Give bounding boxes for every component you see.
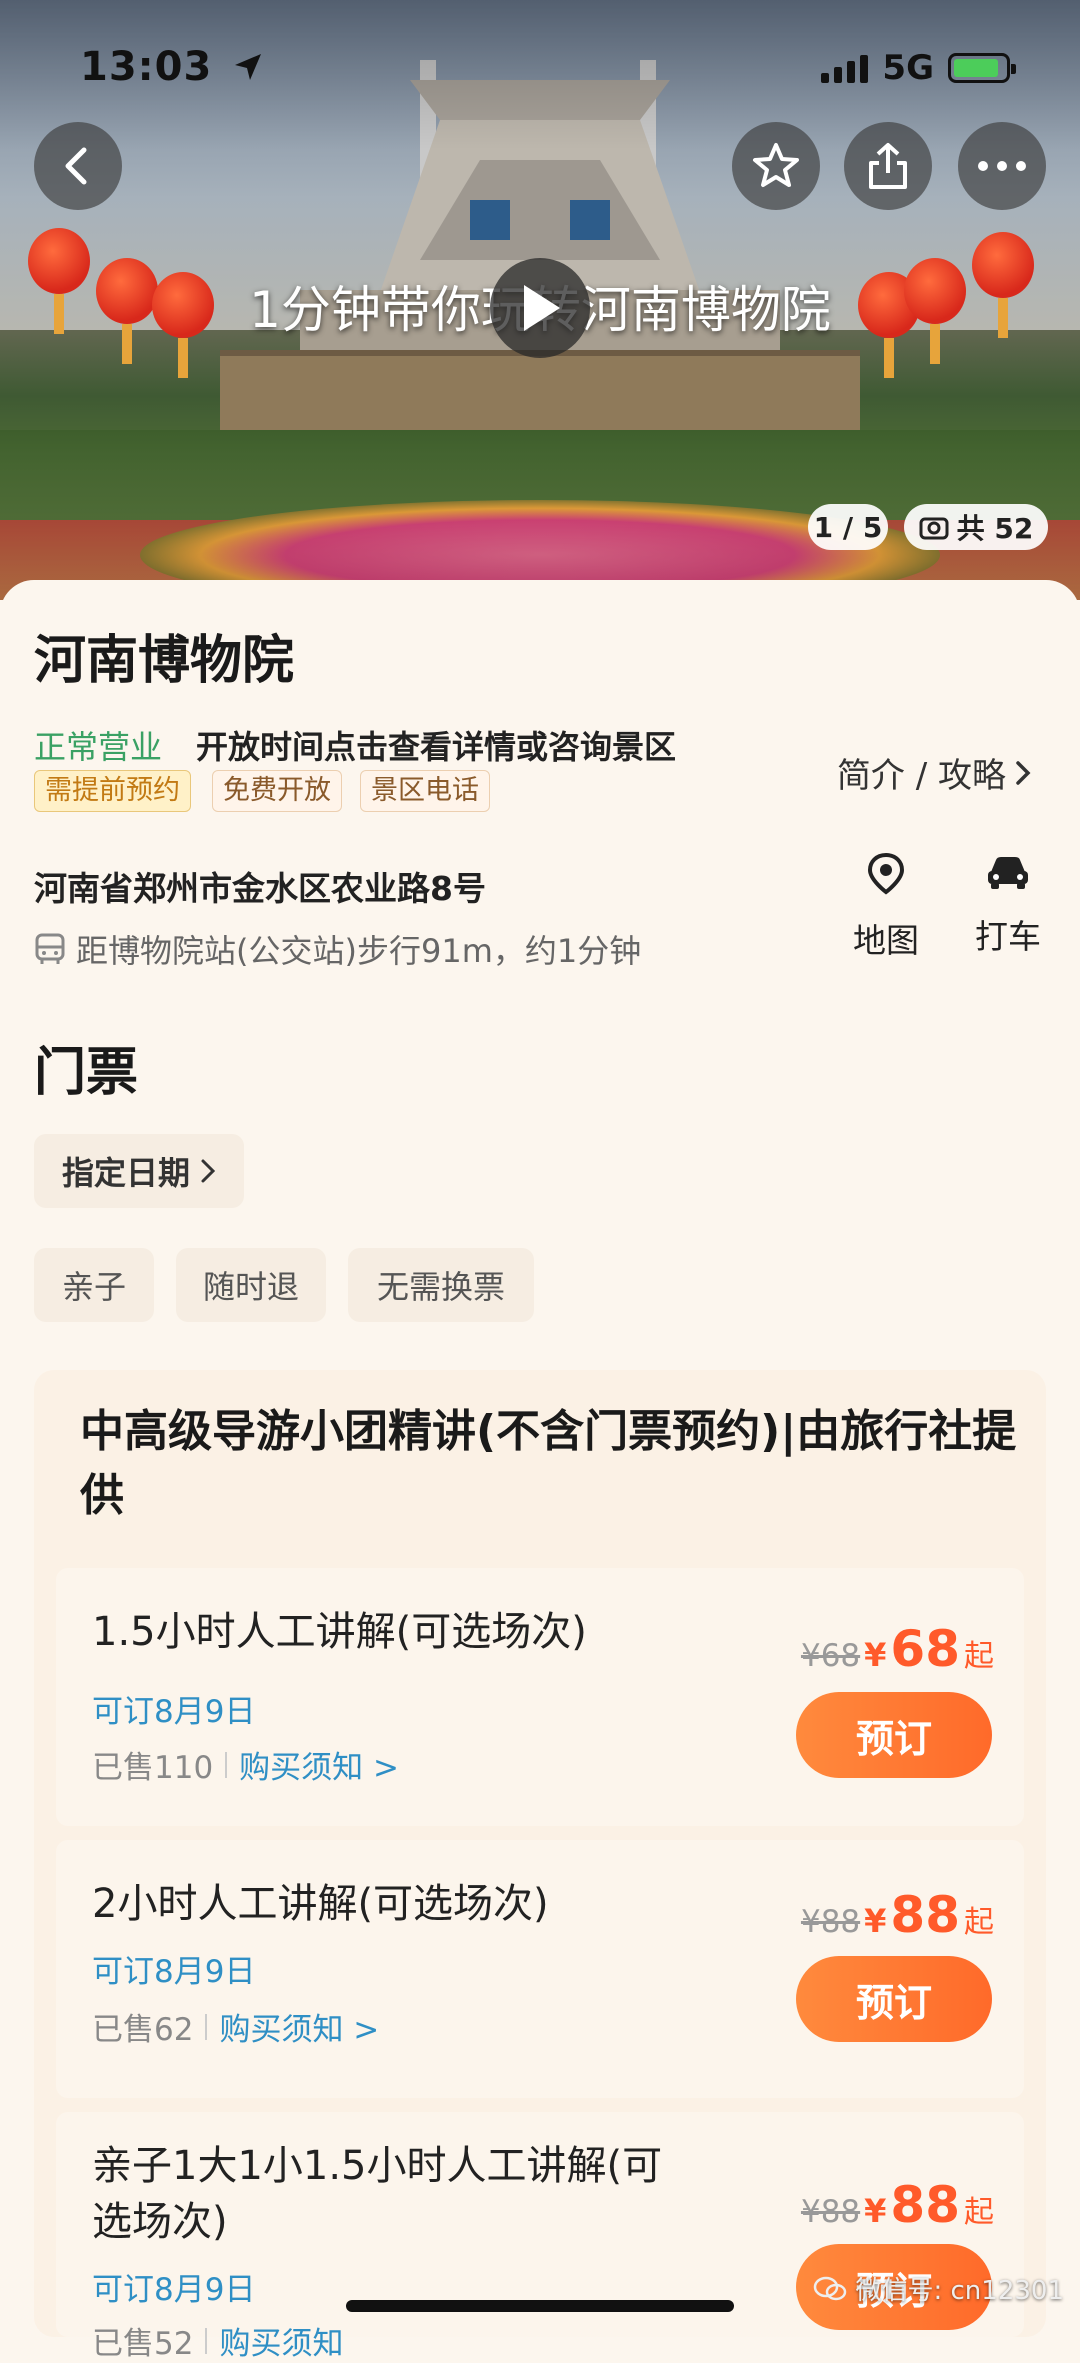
- carousel-counter: 1 / 5: [808, 504, 888, 550]
- ticket-name: 1.5小时人工讲解(可选场次): [92, 1609, 587, 1655]
- open-hours-link[interactable]: 开放时间点击查看详情或咨询景区: [196, 722, 676, 768]
- taxi-label: 打车: [975, 917, 1041, 956]
- ticket-price: ¥88 ¥ 88 起: [801, 2176, 994, 2234]
- current-price: 88: [890, 2176, 960, 2234]
- filter-chip-family[interactable]: 亲子: [34, 1248, 154, 1322]
- play-icon: [524, 285, 560, 331]
- package-title: 中高级导游小团精讲(不含门票预约)|由旅行社提供: [80, 1406, 1017, 1521]
- purchase-notice-link[interactable]: 购买须知 >: [219, 2004, 379, 2049]
- book-button[interactable]: 预订: [796, 1956, 992, 2042]
- ticket-availability: 可订8月9日: [92, 1694, 256, 1730]
- location-arrow-icon: [235, 54, 262, 80]
- tag-phone[interactable]: 景区电话: [360, 770, 490, 812]
- back-button[interactable]: [34, 122, 122, 210]
- intro-guide-link[interactable]: 简介 / 攻略: [837, 748, 1032, 797]
- transit-distance-label: 距博物院站(公交站)步行91m，约1分钟: [76, 932, 642, 970]
- ticket-sales: 已售52 购买须知: [92, 2318, 343, 2363]
- open-status: 正常营业: [34, 728, 163, 766]
- ticket-name: 2小时人工讲解(可选场次): [92, 1881, 549, 1927]
- watermark: 微信号: cn12301: [813, 2270, 1064, 2307]
- price-suffix: 起: [964, 2195, 994, 2230]
- attraction-name: 河南博物院: [34, 631, 295, 691]
- more-button[interactable]: [958, 122, 1046, 210]
- tag-reservation: 需提前预约: [34, 770, 191, 812]
- tickets-section-title: 门票: [34, 1043, 139, 1103]
- share-icon: [869, 143, 907, 189]
- ticket-price: ¥88 ¥ 88 起: [801, 1886, 994, 1944]
- taxi-button[interactable]: 打车: [958, 852, 1058, 958]
- star-icon: [753, 143, 799, 187]
- ticket-availability: 可订8月9日: [92, 1954, 256, 1990]
- sold-count: 已售110: [92, 1750, 214, 1786]
- wechat-icon: [814, 2276, 847, 2300]
- map-pin-icon: [867, 852, 905, 895]
- chevron-left-icon: [65, 147, 87, 185]
- status-indicators: 5G: [821, 48, 1016, 88]
- date-filter-label: 指定日期: [61, 1154, 190, 1192]
- current-price: 88: [890, 1886, 960, 1944]
- date-filter-button[interactable]: 指定日期: [34, 1134, 244, 1208]
- original-price: ¥68: [800, 1638, 861, 1674]
- original-price: ¥88: [800, 1904, 861, 1940]
- ticket-name: 亲子1大1小1.5小时人工讲解(可选场次): [92, 2143, 663, 2245]
- filter-chip-no-exchange[interactable]: 无需换票: [348, 1248, 534, 1322]
- chevron-right-icon: [201, 1159, 216, 1183]
- transit-distance: 距博物院站(公交站)步行91m，约1分钟: [34, 926, 641, 972]
- ticket-sales: 已售110 购买须知 >: [92, 1742, 399, 1787]
- photo-count-label: 共 52: [956, 512, 1034, 545]
- filter-chip-refundable[interactable]: 随时退: [176, 1248, 326, 1322]
- purchase-notice-link[interactable]: 购买须知: [219, 2318, 343, 2363]
- car-icon: [988, 857, 1028, 889]
- price-suffix: 起: [964, 1639, 994, 1674]
- map-button[interactable]: 地图: [836, 852, 936, 962]
- chevron-right-icon: [1016, 760, 1031, 785]
- home-indicator[interactable]: [346, 2300, 734, 2312]
- signal-icon: [821, 53, 869, 83]
- sold-count: 已售52: [92, 2326, 194, 2362]
- currency-symbol: ¥: [864, 2192, 887, 2230]
- address: 河南省郑州市金水区农业路8号: [34, 869, 486, 908]
- currency-symbol: ¥: [864, 1902, 887, 1940]
- book-button[interactable]: 预订: [796, 1692, 992, 1778]
- play-button[interactable]: [490, 258, 590, 358]
- ticket-sales: 已售62 购买须知 >: [92, 2004, 379, 2049]
- favorite-button[interactable]: [732, 122, 820, 210]
- watermark-text: 微信号: cn12301: [855, 2276, 1064, 2306]
- hero-video-banner[interactable]: 1分钟带你玩转河南博物院 1 / 5 共 52: [0, 0, 1080, 600]
- bus-icon: [35, 933, 65, 964]
- network-type: 5G: [882, 48, 934, 88]
- original-price: ¥88: [800, 2194, 861, 2230]
- status-time: 13:03: [80, 44, 263, 90]
- price-suffix: 起: [964, 1905, 994, 1940]
- map-label: 地图: [853, 921, 919, 960]
- sold-count: 已售62: [92, 2012, 194, 2048]
- more-dots-icon: [978, 161, 1026, 171]
- purchase-notice-link[interactable]: 购买须知 >: [239, 1742, 399, 1787]
- currency-symbol: ¥: [864, 1636, 887, 1674]
- tag-free: 免费开放: [212, 770, 342, 812]
- ticket-price: ¥68 ¥ 68 起: [801, 1620, 994, 1678]
- camera-icon: [919, 517, 949, 540]
- battery-icon: [948, 53, 1016, 83]
- share-button[interactable]: [844, 122, 932, 210]
- intro-guide-label: 简介 / 攻略: [836, 756, 1006, 796]
- current-price: 68: [890, 1620, 960, 1678]
- photo-count-button[interactable]: 共 52: [904, 504, 1048, 550]
- ticket-availability: 可订8月9日: [92, 2272, 256, 2308]
